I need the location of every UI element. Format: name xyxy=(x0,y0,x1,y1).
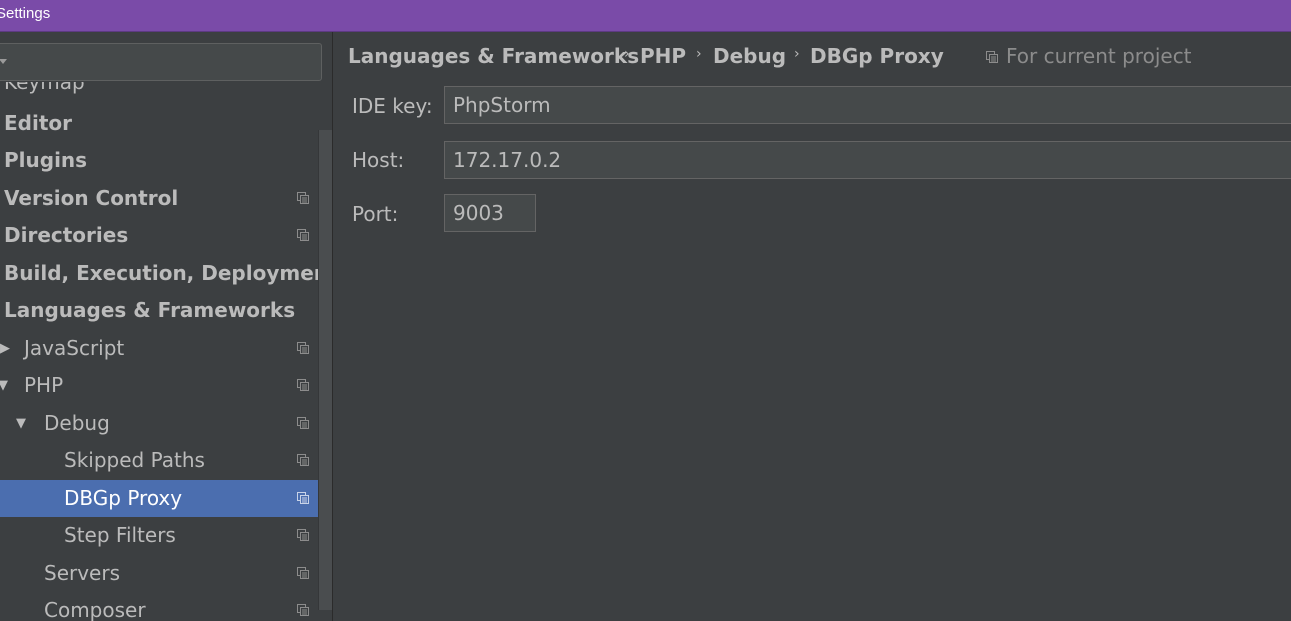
sidebar-item-label: Composer xyxy=(44,598,146,621)
sidebar-item-javascript[interactable]: ▶ JavaScript xyxy=(0,330,318,367)
settings-sidebar: Keymap Editor Plugins Version Control Di… xyxy=(0,32,333,621)
sidebar-item-label: Version Control xyxy=(4,186,179,210)
sidebar-item-editor[interactable]: Editor xyxy=(0,105,318,142)
project-scope-icon xyxy=(297,529,309,541)
window-title: Settings xyxy=(0,5,51,22)
project-scope-icon xyxy=(297,604,309,616)
sidebar-item-skipped-paths[interactable]: Skipped Paths xyxy=(0,442,318,479)
breadcrumb-item: PHP xyxy=(640,44,687,68)
breadcrumb-separator-icon: › xyxy=(696,46,702,62)
search-input[interactable] xyxy=(0,43,322,81)
project-scope-icon xyxy=(297,342,309,354)
ide-key-field[interactable]: PhpStorm xyxy=(444,86,1291,124)
breadcrumb-item: Languages & Frameworks xyxy=(348,44,640,68)
project-scope-icon xyxy=(297,192,309,204)
expand-arrow-icon[interactable]: ▶ xyxy=(0,330,10,367)
sidebar-item-languages-frameworks[interactable]: Languages & Frameworks xyxy=(0,292,318,329)
sidebar-item-label: Build, Execution, Deployment xyxy=(4,261,333,285)
project-copy-icon xyxy=(986,51,998,63)
sidebar-item-debug[interactable]: ▼ Debug xyxy=(0,405,318,442)
sidebar-item-label: Editor xyxy=(4,111,72,135)
project-scope-icon xyxy=(297,229,309,241)
sidebar-item-label: Languages & Frameworks xyxy=(4,298,296,322)
breadcrumb-item: Debug xyxy=(713,44,787,68)
sidebar-item-label: Skipped Paths xyxy=(64,448,205,472)
settings-content-panel: Languages & Frameworks › PHP › Debug › D… xyxy=(334,32,1291,621)
host-label: Host: xyxy=(352,148,405,172)
title-bar: Settings xyxy=(0,0,1291,32)
ide-key-label: IDE key: xyxy=(352,94,433,118)
sidebar-item-build-execution-deployment[interactable]: Build, Execution, Deployment xyxy=(0,255,332,292)
sidebar-item-plugins[interactable]: Plugins xyxy=(0,142,318,179)
project-scope-icon xyxy=(297,379,309,391)
collapse-arrow-icon[interactable]: ▼ xyxy=(0,367,8,404)
project-scope-icon xyxy=(297,454,309,466)
project-scope-icon xyxy=(297,492,309,504)
sidebar-item-version-control[interactable]: Version Control xyxy=(0,180,318,217)
breadcrumb-separator-icon: › xyxy=(624,46,630,62)
project-scope-icon xyxy=(297,417,309,429)
breadcrumb-separator-icon: › xyxy=(794,46,800,62)
sidebar-item-label: DBGp Proxy xyxy=(64,486,183,510)
host-field[interactable]: 172.17.0.2 xyxy=(444,141,1291,179)
sidebar-item-label: Step Filters xyxy=(64,523,176,547)
breadcrumb-item: DBGp Proxy xyxy=(810,44,944,68)
search-dropdown-icon[interactable] xyxy=(0,59,7,64)
scope-label: For current project xyxy=(1006,44,1192,68)
sidebar-item-label: Directories xyxy=(4,223,129,247)
sidebar-scrollbar[interactable] xyxy=(318,130,332,610)
sidebar-item-label: Plugins xyxy=(4,148,88,172)
sidebar-item-label: PHP xyxy=(24,373,64,397)
sidebar-item-servers[interactable]: Servers xyxy=(0,555,318,592)
sidebar-item-label: Servers xyxy=(44,561,121,585)
sidebar-item-composer[interactable]: Composer xyxy=(0,592,318,621)
sidebar-item-step-filters[interactable]: Step Filters xyxy=(0,517,318,554)
project-scope-icon xyxy=(297,567,309,579)
port-field[interactable]: 9003 xyxy=(444,194,536,232)
port-label: Port: xyxy=(352,202,399,226)
sidebar-item-label: Debug xyxy=(44,411,110,435)
sidebar-item-label: JavaScript xyxy=(24,336,125,360)
sidebar-item-dbgp-proxy[interactable]: DBGp Proxy xyxy=(0,480,332,517)
collapse-arrow-icon[interactable]: ▼ xyxy=(16,405,26,442)
sidebar-item-php[interactable]: ▼ PHP xyxy=(0,367,318,404)
sidebar-item-keymap[interactable]: Keymap xyxy=(4,82,85,96)
sidebar-item-directories[interactable]: Directories xyxy=(0,217,318,254)
